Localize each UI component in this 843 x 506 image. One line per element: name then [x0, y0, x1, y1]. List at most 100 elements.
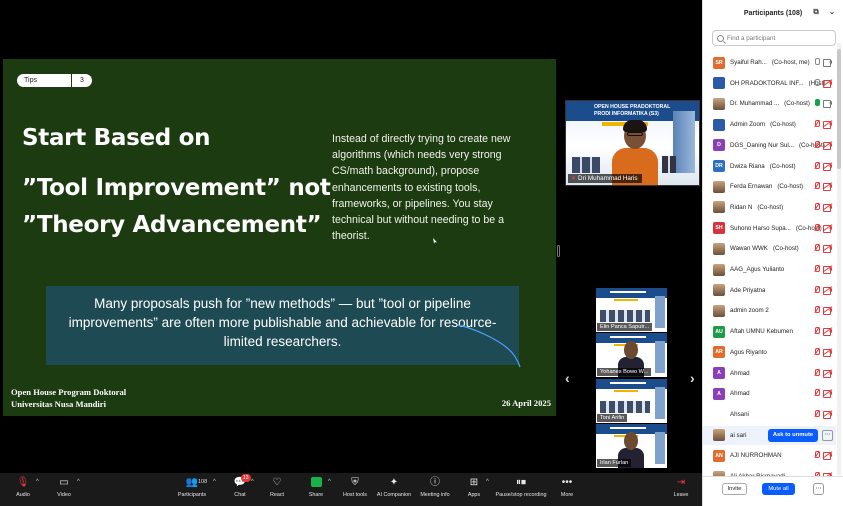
mic-muted-icon[interactable]: [814, 120, 820, 128]
audio-button[interactable]: 🎙 Audio: [10, 473, 36, 506]
camera-off-icon[interactable]: [823, 285, 833, 295]
mic-muted-icon[interactable]: [814, 347, 820, 356]
leave-button[interactable]: ⇥ Leave: [670, 473, 692, 506]
participants-button[interactable]: 👥 Participants: [176, 473, 208, 506]
mic-muted-icon[interactable]: [814, 409, 820, 418]
participant-row[interactable]: ai sari Ask to unmute ⋯: [703, 425, 836, 445]
camera-off-icon[interactable]: [823, 223, 833, 233]
split-view-handle[interactable]: [557, 245, 560, 257]
mic-muted-icon[interactable]: [814, 368, 820, 377]
row-more-button[interactable]: ⋯: [822, 429, 833, 441]
mic-muted-icon[interactable]: [814, 306, 820, 314]
video-button[interactable]: ▭ Video: [52, 473, 76, 506]
popout-icon[interactable]: ⧉: [812, 8, 820, 16]
participant-row[interactable]: A Ahmad: [703, 384, 836, 403]
pause-stop-icon: ⏸⏹: [516, 477, 526, 488]
participant-row[interactable]: Ferda Ernawan (Co-host): [703, 177, 836, 196]
participant-row[interactable]: D DGS_Daning Nur Sul... (Co-host): [703, 136, 836, 155]
participant-row[interactable]: Dr. Muhammad ... (Co-host): [703, 94, 836, 113]
audio-options-caret-icon[interactable]: ^: [36, 479, 39, 485]
camera-off-icon[interactable]: [823, 182, 833, 192]
participant-row[interactable]: DR Dwiza Riana (Co-host): [703, 157, 836, 176]
share-button[interactable]: Share: [305, 473, 327, 506]
mic-muted-icon[interactable]: [814, 244, 820, 252]
mic-muted-icon[interactable]: [814, 451, 820, 459]
more-options-button[interactable]: ⋯: [813, 483, 824, 495]
participant-row[interactable]: SH Suhono Harso Supa... (Co-host): [703, 219, 836, 238]
camera-off-icon[interactable]: [823, 203, 833, 212]
participant-row[interactable]: Wawan WWK (Co-host): [703, 239, 836, 258]
participant-row[interactable]: SR Syaiful Rah... (Co-host, me): [703, 53, 836, 72]
participants-caret-icon[interactable]: ^: [213, 479, 216, 485]
camera-off-icon[interactable]: [823, 368, 833, 378]
mic-muted-icon[interactable]: [814, 202, 820, 211]
mic-muted-icon[interactable]: [814, 223, 820, 232]
apps-button[interactable]: ⊞ Apps: [464, 473, 484, 506]
mic-muted-icon[interactable]: [814, 327, 820, 335]
participant-row[interactable]: AU Aftah UMNU Kebumen: [703, 322, 836, 341]
chat-caret-icon[interactable]: ^: [251, 479, 254, 485]
participant-row[interactable]: AR Agus Riyanto: [703, 343, 836, 362]
more-button[interactable]: ••• More: [556, 473, 578, 506]
camera-off-icon[interactable]: [823, 389, 833, 399]
recording-button[interactable]: ⏸⏹ Pause/stop recording: [494, 473, 548, 506]
mic-muted-icon[interactable]: [814, 182, 820, 190]
camera-on-icon[interactable]: [823, 59, 832, 67]
participant-row[interactable]: admin zoom 2: [703, 301, 836, 320]
video-thumbnail[interactable]: Irlan Furlan: [596, 424, 667, 468]
mic-muted-icon[interactable]: [814, 161, 820, 170]
ask-to-unmute-button[interactable]: Ask to unmute: [768, 428, 818, 442]
camera-off-icon[interactable]: [823, 161, 833, 171]
video-options-caret-icon[interactable]: ^: [77, 479, 80, 485]
chat-button[interactable]: 💬 13 Chat: [230, 473, 251, 506]
video-thumbnail[interactable]: Toni Arifin: [596, 379, 667, 423]
mic-muted-icon[interactable]: [814, 140, 820, 149]
video-thumbnail[interactable]: Yohanes Bowo W...: [596, 333, 667, 377]
camera-off-icon[interactable]: [823, 265, 833, 274]
participants-scrollbar[interactable]: [837, 43, 841, 475]
mic-muted-icon[interactable]: [814, 58, 820, 66]
react-button[interactable]: ♡ React: [266, 473, 288, 506]
avatar: [713, 408, 725, 421]
camera-off-icon[interactable]: [823, 120, 833, 130]
participant-row[interactable]: Ahsani: [703, 405, 836, 424]
mute-all-button[interactable]: Mute all: [762, 483, 795, 495]
slide-footer-line2: Universitas Nusa Mandiri: [11, 398, 107, 409]
participant-row[interactable]: Admin Zoom (Co-host): [703, 115, 836, 134]
tips-label: Tips: [17, 74, 72, 87]
invite-button[interactable]: Invite: [722, 483, 747, 495]
participant-row[interactable]: AN AJI NURROHMAN: [703, 446, 836, 465]
camera-off-icon[interactable]: [823, 306, 833, 316]
participant-name: Wawan WWK: [730, 245, 768, 253]
camera-off-icon[interactable]: [823, 410, 833, 419]
participant-row[interactable]: OH PRADOKTORAL INF... (Host): [703, 74, 836, 93]
close-icon[interactable]: ⌄: [828, 8, 836, 16]
participant-row[interactable]: Ade Priyatna: [703, 281, 836, 300]
camera-off-icon[interactable]: [823, 141, 833, 150]
mic-muted-icon[interactable]: [814, 389, 820, 397]
camera-on-icon[interactable]: [823, 100, 832, 109]
camera-off-icon[interactable]: [823, 327, 833, 337]
ai-companion-button[interactable]: ✦ AI Companion: [374, 473, 414, 506]
meeting-info-button[interactable]: ⓘ Meeting info: [418, 473, 452, 506]
avatar: AR: [713, 346, 725, 359]
camera-off-icon[interactable]: [823, 451, 833, 461]
mic-muted-icon[interactable]: [814, 285, 820, 294]
next-page-arrow-icon[interactable]: ›: [690, 370, 695, 386]
prev-page-arrow-icon[interactable]: ‹: [565, 370, 570, 386]
camera-off-icon[interactable]: [823, 78, 833, 88]
mic-on-icon[interactable]: [814, 99, 820, 107]
host-tools-button[interactable]: ⛨ Host tools: [340, 473, 370, 506]
participant-row[interactable]: A Ahmad: [703, 364, 836, 383]
active-speaker-video[interactable]: OPEN HOUSE PRADOKTORAL PRODI INFORMATIKA…: [565, 100, 700, 186]
share-caret-icon[interactable]: ^: [328, 479, 331, 485]
apps-caret-icon[interactable]: ^: [486, 479, 489, 485]
mic-muted-icon[interactable]: [814, 78, 820, 87]
camera-off-icon[interactable]: [823, 348, 833, 357]
participant-search-input[interactable]: Find a participant: [712, 30, 836, 46]
video-thumbnail[interactable]: Elin Panca Saputr...: [596, 288, 667, 332]
camera-off-icon[interactable]: [823, 244, 833, 254]
mic-muted-icon[interactable]: [814, 265, 820, 273]
participant-row[interactable]: AAG_Agus Yulianto: [703, 260, 836, 279]
participant-row[interactable]: Ridan N (Co-host): [703, 198, 836, 217]
